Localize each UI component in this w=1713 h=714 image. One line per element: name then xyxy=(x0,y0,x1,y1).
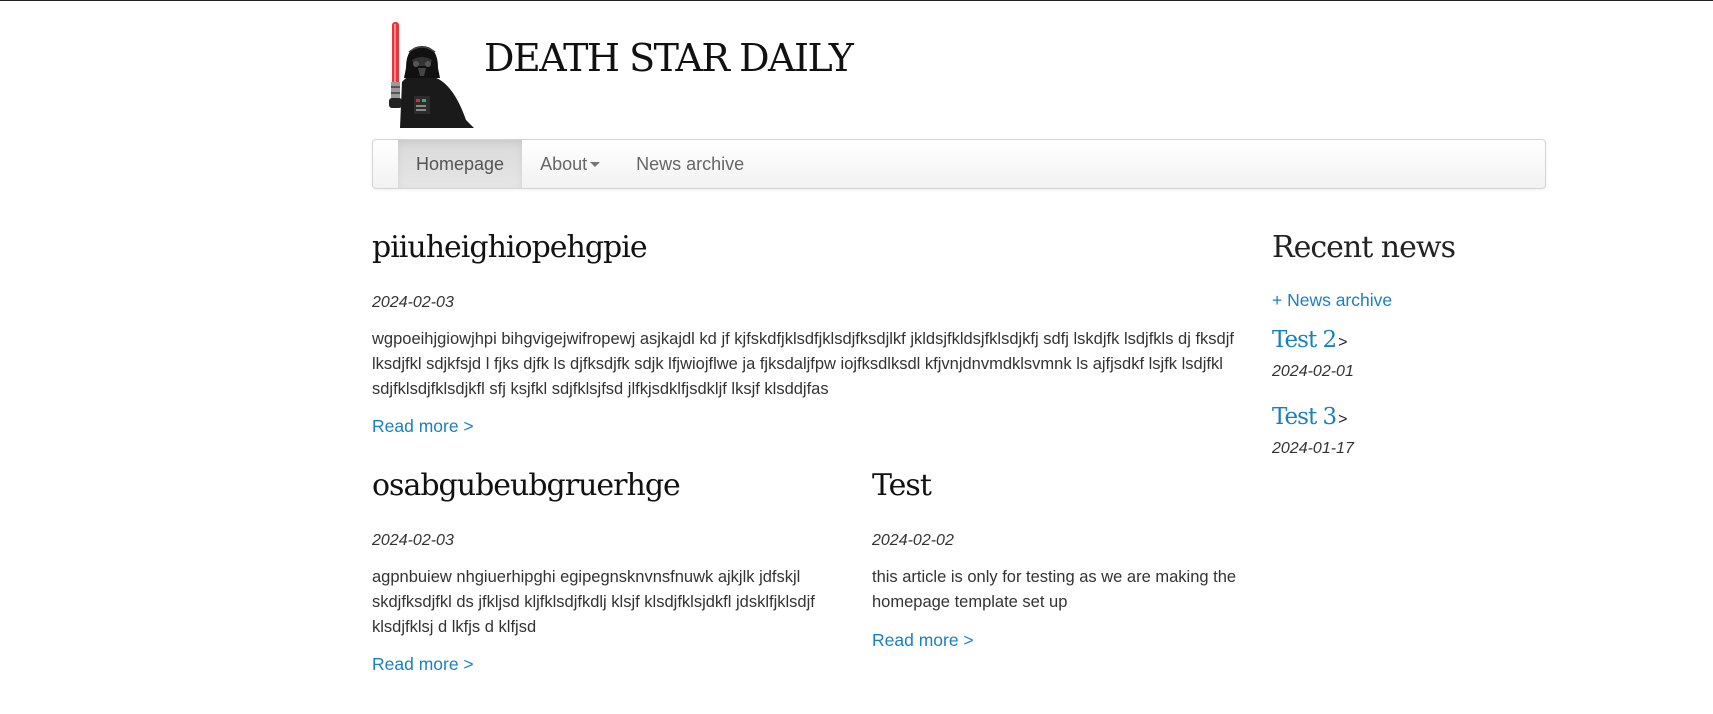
site-header: DEATH STAR DAILY xyxy=(372,0,1548,130)
read-more-link[interactable]: Read more > xyxy=(372,654,474,675)
article-date: 2024-02-03 xyxy=(372,532,454,549)
main-navbar: Homepage About News archive xyxy=(372,139,1546,189)
article-body: agpnbuiew nhgiuerhipghi egipegnsknvnsfnu… xyxy=(372,568,815,636)
article-date: 2024-02-03 xyxy=(372,294,454,311)
recent-news-item: Test 3 > 2024-01-17 xyxy=(1272,404,1354,458)
recent-news-sidebar: Recent news + News archive Test 2 > 2024-… xyxy=(1272,228,1548,457)
article-date: 2024-02-02 xyxy=(872,532,954,549)
article-card: osabgubeubgruerhge 2024-02-03 agpnbuiew … xyxy=(372,466,852,674)
recent-news-title[interactable]: Test 3 xyxy=(1272,404,1337,430)
recent-news-arrow: > xyxy=(1338,411,1348,428)
nav-item-label: About xyxy=(540,153,588,174)
caret-down-icon xyxy=(590,161,601,167)
article-title[interactable]: osabgubeubgruerhge xyxy=(372,466,852,506)
sidebar-heading: Recent news xyxy=(1272,230,1456,265)
article-title[interactable]: Test xyxy=(872,466,1252,506)
read-more-link[interactable]: Read more > xyxy=(872,630,974,651)
recent-news-arrow: > xyxy=(1338,334,1348,351)
nav-item-label: News archive xyxy=(636,153,745,174)
recent-news-title[interactable]: Test 2 xyxy=(1272,327,1337,353)
news-archive-link[interactable]: + News archive xyxy=(1272,290,1392,311)
nav-item-about[interactable]: About xyxy=(522,140,618,188)
article-body: wgpoeihjgiowjhpi bihgvigejwifropewj asjk… xyxy=(372,330,1234,398)
darth-vader-logo-icon[interactable] xyxy=(382,20,478,128)
nav-item-homepage[interactable]: Homepage xyxy=(398,140,523,188)
recent-news-date: 2024-02-01 xyxy=(1272,363,1354,380)
article-card: Test 2024-02-02 this article is only for… xyxy=(872,466,1252,650)
recent-news-item: Test 2 > 2024-02-01 xyxy=(1272,327,1354,381)
nav-item-news-archive[interactable]: News archive xyxy=(618,140,762,188)
read-more-link[interactable]: Read more > xyxy=(372,416,474,437)
article-body: this article is only for testing as we a… xyxy=(872,568,1237,611)
site-title[interactable]: DEATH STAR DAILY xyxy=(484,36,854,80)
article-card: piiuheighiopehgpie 2024-02-03 wgpoeihjgi… xyxy=(372,228,1242,436)
nav-item-label: Homepage xyxy=(416,153,505,174)
article-title[interactable]: piiuheighiopehgpie xyxy=(372,228,1242,268)
recent-news-date: 2024-01-17 xyxy=(1272,440,1354,457)
page-container: DEATH STAR DAILY Homepage About News arc… xyxy=(372,0,1548,674)
